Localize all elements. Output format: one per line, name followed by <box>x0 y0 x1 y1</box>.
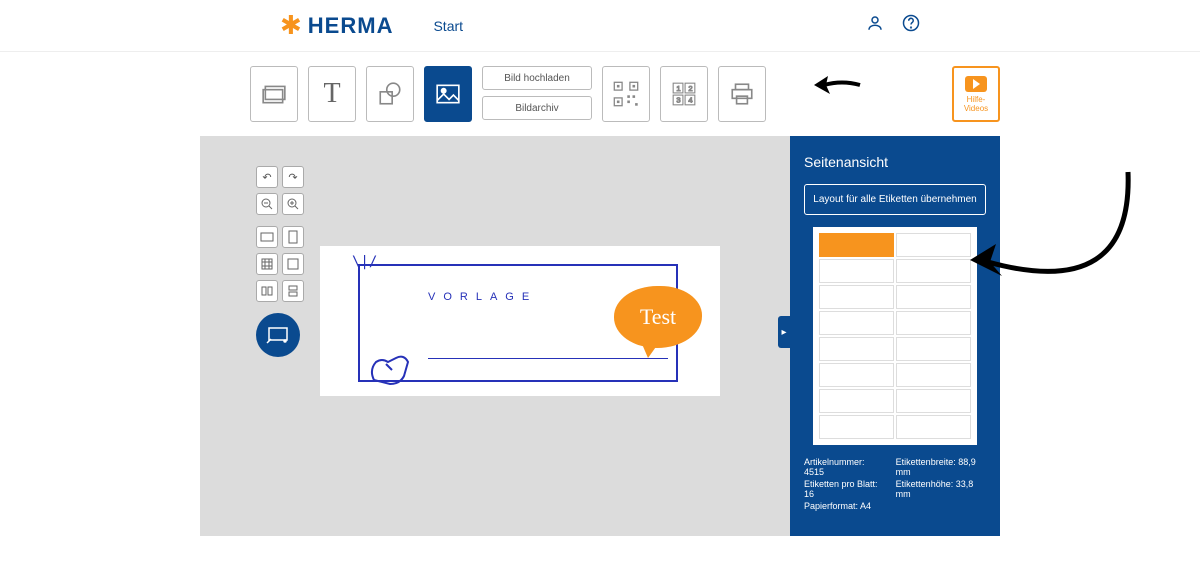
label-canvas[interactable]: \|/ VORLAGE Test <box>320 246 720 396</box>
image-archive-button[interactable]: Bildarchiv <box>482 96 592 120</box>
label-frame: VORLAGE Test <box>358 264 678 382</box>
svg-text:1: 1 <box>676 84 680 93</box>
undo-button[interactable]: ↶ <box>256 166 278 188</box>
blank-view-button[interactable] <box>282 253 304 275</box>
magic-tool-button[interactable] <box>256 313 300 357</box>
sheet-cell[interactable] <box>819 415 894 439</box>
help-videos-label: Hilfe-Videos <box>964 95 988 113</box>
brand-name: HERMA <box>308 13 394 39</box>
upload-image-button[interactable]: Bild hochladen <box>482 66 592 90</box>
sheet-cell[interactable] <box>896 337 971 361</box>
sheet-cell[interactable] <box>896 285 971 309</box>
flip-horizontal-button[interactable] <box>256 280 278 302</box>
folder-tool[interactable] <box>250 66 298 122</box>
page-view-panel: Seitenansicht Layout für alle Etiketten … <box>790 136 1000 536</box>
flip-vertical-button[interactable] <box>282 280 304 302</box>
breite-label: Etikettenbreite: <box>896 457 956 467</box>
sheet-cell[interactable] <box>819 363 894 387</box>
papier-value: A4 <box>860 501 871 511</box>
text-tool[interactable]: T <box>308 66 356 122</box>
grid-toggle-button[interactable] <box>256 253 278 275</box>
sheet-cell[interactable] <box>896 259 971 283</box>
qrcode-tool[interactable] <box>602 66 650 122</box>
pointer-arrow-icon <box>812 70 862 100</box>
header: ✱ HERMA Start <box>0 0 1200 52</box>
zoom-in-button[interactable] <box>282 193 304 215</box>
artikel-label: Artikelnummer: <box>804 457 865 467</box>
underline-decoration <box>428 358 668 359</box>
toolbar: T Bild hochladen Bildarchiv 1234 Hilfe-V… <box>0 52 1200 136</box>
sheet-preview <box>813 227 977 445</box>
perblatt-label: Etiketten pro Blatt: <box>804 479 878 489</box>
panel-toggle-button[interactable]: ▸ <box>778 316 790 348</box>
sheet-cell[interactable] <box>819 285 894 309</box>
template-label: VORLAGE <box>428 291 537 303</box>
workspace: ↶ ↷ \|/ VORLAGE Test <box>200 136 1000 536</box>
sheet-cell[interactable] <box>896 415 971 439</box>
svg-text:2: 2 <box>688 84 692 93</box>
help-videos-button[interactable]: Hilfe-Videos <box>952 66 1000 122</box>
hoehe-label: Etikettenhöhe: <box>896 479 954 489</box>
print-tool[interactable] <box>718 66 766 122</box>
sheet-cell[interactable] <box>896 233 971 257</box>
panel-title: Seitenansicht <box>804 154 986 170</box>
perblatt-value: 16 <box>804 489 814 499</box>
shapes-tool[interactable] <box>366 66 414 122</box>
zoom-out-button[interactable] <box>256 193 278 215</box>
label-info: Artikelnummer: 4515 Etiketten pro Blatt:… <box>804 457 986 513</box>
papier-label: Papierformat: <box>804 501 858 511</box>
help-icon[interactable] <box>902 14 920 37</box>
speech-bubble: Test <box>614 286 702 348</box>
sheet-cell-active[interactable] <box>819 233 894 257</box>
sheet-cell[interactable] <box>896 363 971 387</box>
svg-text:4: 4 <box>688 96 692 105</box>
sheet-cell[interactable] <box>819 337 894 361</box>
artikel-value: 4515 <box>804 467 824 477</box>
sheet-cell[interactable] <box>819 311 894 335</box>
logo-star-icon: ✱ <box>280 10 302 41</box>
landscape-view-button[interactable] <box>256 226 278 248</box>
image-tool[interactable] <box>424 66 472 122</box>
redo-button[interactable]: ↷ <box>282 166 304 188</box>
portrait-view-button[interactable] <box>282 226 304 248</box>
nav-start-link[interactable]: Start <box>433 18 463 34</box>
sheet-cell[interactable] <box>896 389 971 413</box>
bubble-text: Test <box>640 304 676 330</box>
sheet-cell[interactable] <box>896 311 971 335</box>
editor-tools: ↶ ↷ <box>256 166 304 357</box>
svg-text:3: 3 <box>676 96 680 105</box>
apply-layout-button[interactable]: Layout für alle Etiketten übernehmen <box>804 184 986 215</box>
video-play-icon <box>965 76 987 92</box>
sheet-cell[interactable] <box>819 259 894 283</box>
user-icon[interactable] <box>866 14 884 37</box>
numbering-tool[interactable]: 1234 <box>660 66 708 122</box>
hand-icon <box>364 340 424 390</box>
sheet-cell[interactable] <box>819 389 894 413</box>
